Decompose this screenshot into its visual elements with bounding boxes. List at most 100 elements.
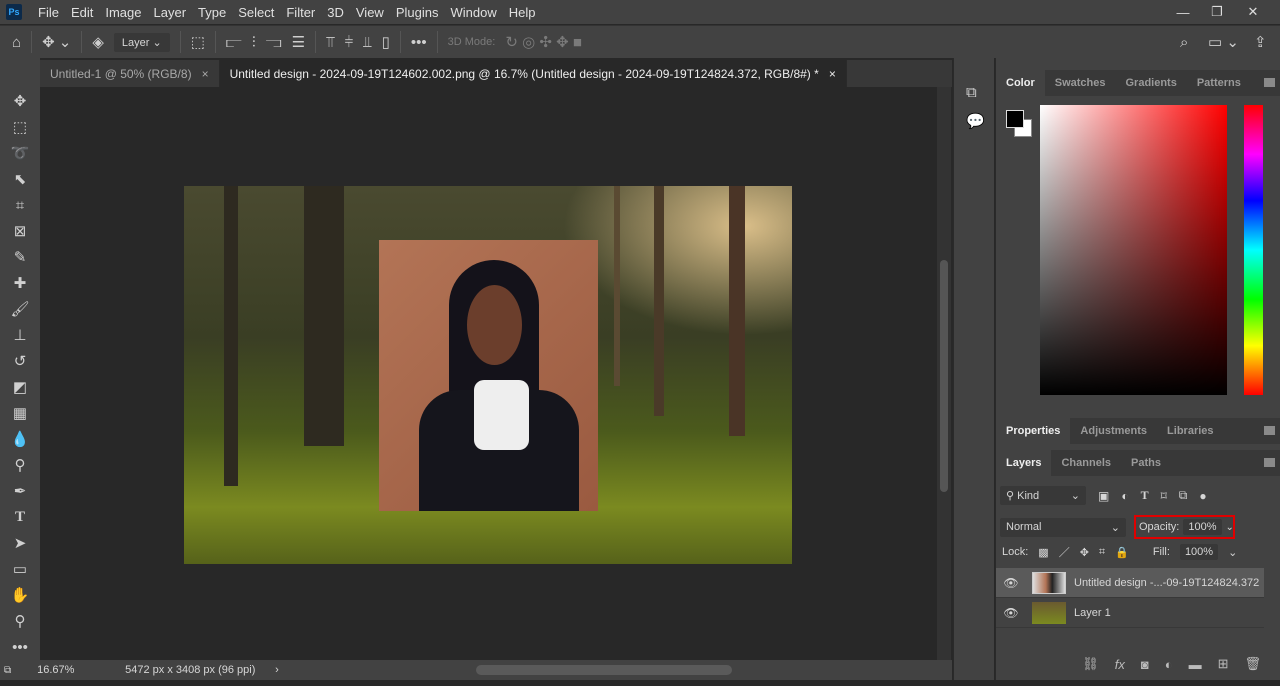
align-middle-icon[interactable]: ⫩	[345, 34, 354, 51]
eyedropper-tool-icon[interactable]: ✎	[0, 244, 40, 270]
portrait-layer-image[interactable]	[379, 240, 598, 511]
auto-select-icon[interactable]: ◈	[92, 33, 104, 51]
healing-brush-icon[interactable]: ✚	[0, 270, 40, 296]
search-icon[interactable]: ⌕	[1180, 34, 1188, 51]
blur-tool-icon[interactable]: 💧	[0, 426, 40, 452]
restore-button[interactable]: ❐	[1200, 0, 1234, 24]
close-tab-icon[interactable]: ×	[829, 67, 836, 81]
tab-layers[interactable]: Layers	[996, 450, 1052, 476]
align-bottom-icon[interactable]: ⫫	[363, 34, 371, 51]
tab-paths[interactable]: Paths	[1121, 450, 1171, 476]
layer-row-layer-1[interactable]: 👁 Layer 1	[996, 598, 1264, 628]
new-layer-icon[interactable]: ⊞	[1218, 656, 1229, 672]
lasso-tool-icon[interactable]: ➰	[0, 140, 40, 166]
more-tools-icon[interactable]: •••	[0, 634, 40, 660]
fill-input[interactable]: 100%	[1179, 544, 1219, 560]
menu-view[interactable]: View	[350, 5, 390, 20]
filter-type-icon[interactable]: T	[1141, 488, 1149, 503]
zoom-level[interactable]: 16.67%	[37, 664, 87, 676]
tab-properties[interactable]: Properties	[996, 418, 1071, 444]
filter-adjustment-icon[interactable]: ◐	[1121, 489, 1128, 503]
status-menu-arrow[interactable]: ›	[275, 664, 279, 676]
close-tab-icon[interactable]: ×	[202, 67, 209, 81]
type-tool-icon[interactable]: T	[0, 504, 40, 530]
align-right-icon[interactable]: ⫎	[266, 34, 282, 51]
tab-swatches[interactable]: Swatches	[1045, 70, 1116, 96]
minimize-button[interactable]: —	[1166, 0, 1200, 24]
fx-icon[interactable]: fx	[1115, 657, 1125, 672]
menu-layer[interactable]: Layer	[148, 5, 193, 20]
zoom-tool-icon[interactable]: ⚲	[0, 608, 40, 634]
close-window-button[interactable]: ✕	[1236, 0, 1270, 24]
menu-3d[interactable]: 3D	[321, 5, 350, 20]
tab-patterns[interactable]: Patterns	[1187, 70, 1251, 96]
menu-help[interactable]: Help	[503, 5, 542, 20]
history-brush-icon[interactable]: ↺	[0, 348, 40, 374]
panel-menu-icon[interactable]	[1264, 458, 1275, 467]
dodge-tool-icon[interactable]: ⚲	[0, 452, 40, 478]
visibility-eye-icon[interactable]: 👁	[996, 606, 1026, 620]
filter-smart-object-icon[interactable]: ⧉	[1179, 488, 1188, 503]
path-select-tool-icon[interactable]: ➤	[0, 530, 40, 556]
foreground-color-swatch[interactable]	[1006, 110, 1024, 128]
opacity-input[interactable]: 100%	[1183, 519, 1222, 535]
hue-slider[interactable]	[1244, 105, 1263, 395]
menu-filter[interactable]: Filter	[280, 5, 321, 20]
tab-untitled-design[interactable]: Untitled design - 2024-09-19T124602.002.…	[219, 60, 847, 87]
panel-menu-icon[interactable]	[1264, 78, 1275, 87]
tab-gradients[interactable]: Gradients	[1115, 70, 1186, 96]
blend-mode-dropdown[interactable]: Normal ⌄	[1000, 517, 1126, 537]
rectangle-tool-icon[interactable]: ▭	[0, 556, 40, 582]
menu-edit[interactable]: Edit	[65, 5, 99, 20]
comments-icon[interactable]: 💬	[966, 112, 985, 130]
more-options-icon[interactable]: •••	[411, 34, 427, 51]
stamp-tool-icon[interactable]: ⊥	[0, 322, 40, 348]
filter-shape-icon[interactable]: ⌑	[1161, 489, 1167, 503]
panel-menu-icon[interactable]	[1264, 426, 1275, 435]
lock-all-icon[interactable]: 🔒	[1115, 546, 1129, 559]
distribute-vertical-icon[interactable]: ▯	[382, 33, 390, 51]
align-left-icon[interactable]: ⫍	[226, 34, 242, 51]
new-group-icon[interactable]: ▬	[1189, 657, 1202, 672]
tab-channels[interactable]: Channels	[1051, 450, 1121, 476]
move-tool-icon[interactable]: ✥	[0, 88, 40, 114]
move-tool-icon[interactable]: ✥ ⌄	[42, 33, 71, 51]
history-icon[interactable]: ⧉	[966, 84, 977, 101]
align-top-icon[interactable]: ⫪	[326, 34, 334, 51]
auto-select-dropdown[interactable]: Layer ⌄	[113, 32, 170, 52]
crop-tool-icon[interactable]: ⌗	[0, 192, 40, 218]
home-icon[interactable]: ⌂	[12, 34, 21, 51]
workspace-icon[interactable]: ▭ ⌄	[1208, 33, 1239, 51]
brush-tool-icon[interactable]: 🖌	[0, 296, 40, 322]
tab-libraries[interactable]: Libraries	[1157, 418, 1223, 444]
layer-row-untitled-design[interactable]: 👁 Untitled design -...-09-19T124824.372	[996, 568, 1264, 598]
object-select-tool-icon[interactable]: ⬉	[0, 166, 40, 192]
fill-dropdown-icon[interactable]: ⌄	[1228, 546, 1237, 559]
arrange-icon[interactable]: ⧉	[4, 665, 11, 676]
tab-untitled-1[interactable]: Untitled-1 @ 50% (RGB/8) ×	[40, 60, 220, 87]
lock-paint-icon[interactable]: ／	[1059, 544, 1070, 560]
share-icon[interactable]: ⇪	[1254, 33, 1267, 51]
menu-plugins[interactable]: Plugins	[390, 5, 445, 20]
distribute-icon[interactable]: ☰	[292, 33, 305, 51]
menu-select[interactable]: Select	[232, 5, 280, 20]
filter-pixel-icon[interactable]: ▣	[1098, 489, 1109, 503]
frame-tool-icon[interactable]: ⊠	[0, 218, 40, 244]
horizontal-scroll-thumb[interactable]	[476, 665, 732, 675]
link-layers-icon[interactable]: ⛓	[1082, 656, 1099, 672]
tab-adjustments[interactable]: Adjustments	[1070, 418, 1157, 444]
gradient-tool-icon[interactable]: ▦	[0, 400, 40, 426]
opacity-dropdown-icon[interactable]: ⌄	[1226, 522, 1234, 533]
visibility-eye-icon[interactable]: 👁	[996, 576, 1026, 590]
add-mask-icon[interactable]: ◙	[1141, 657, 1149, 672]
delete-layer-icon[interactable]: 🗑	[1244, 656, 1261, 672]
transform-controls-icon[interactable]: ⬚	[191, 33, 205, 51]
pen-tool-icon[interactable]: ✒	[0, 478, 40, 504]
menu-file[interactable]: File	[32, 5, 65, 20]
menu-type[interactable]: Type	[192, 5, 232, 20]
lock-position-icon[interactable]: ✥	[1080, 546, 1089, 559]
align-center-icon[interactable]: ⫶	[252, 34, 256, 51]
hand-tool-icon[interactable]: ✋	[0, 582, 40, 608]
vertical-scroll-thumb[interactable]	[940, 260, 948, 492]
lock-transparent-icon[interactable]: ▩	[1038, 546, 1048, 559]
